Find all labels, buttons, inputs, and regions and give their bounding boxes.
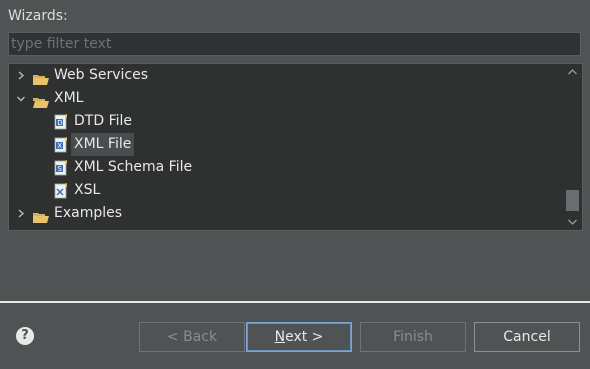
scroll-up-icon[interactable] xyxy=(563,64,582,80)
separator xyxy=(0,301,590,303)
tree-item-xsl[interactable]: XSL xyxy=(9,179,559,202)
tree-item-xml-schema-file[interactable]: S XML Schema File xyxy=(9,156,559,179)
tree-item-label: DTD File xyxy=(74,113,132,129)
tree-item-label: XSL xyxy=(74,182,101,198)
svg-text:X: X xyxy=(57,142,62,150)
scroll-down-icon[interactable] xyxy=(563,214,582,230)
tree-item-web-services[interactable]: Web Services xyxy=(9,64,559,87)
chevron-down-icon[interactable] xyxy=(15,87,27,110)
tree-scrollbar[interactable] xyxy=(563,64,582,230)
tree-item-label: XML Schema File xyxy=(74,159,193,175)
tree-item-dtd-file[interactable]: D DTD File xyxy=(9,110,559,133)
tree-item-examples[interactable]: Examples xyxy=(9,202,559,225)
next-label: ext > xyxy=(285,329,324,345)
folder-icon xyxy=(33,70,49,85)
next-button[interactable]: Next > xyxy=(246,322,352,352)
dtd-file-icon: D xyxy=(54,114,68,130)
scroll-thumb[interactable] xyxy=(566,190,579,211)
tree-item-xml[interactable]: XML xyxy=(9,87,559,110)
tree-item-label: Web Services xyxy=(54,67,149,83)
wizard-tree[interactable]: Web Services XML D DTD File X XML File S… xyxy=(8,63,583,231)
wizards-label: Wizards: xyxy=(8,8,68,24)
xml-file-icon: X xyxy=(54,137,68,153)
help-icon[interactable]: ? xyxy=(16,327,34,345)
chevron-right-icon[interactable] xyxy=(15,202,27,225)
xml-schema-file-icon: S xyxy=(54,160,68,176)
svg-text:S: S xyxy=(58,165,63,173)
chevron-right-icon[interactable] xyxy=(15,64,27,87)
folder-open-icon xyxy=(33,93,49,108)
tree-item-xml-file[interactable]: X XML File xyxy=(9,133,559,156)
tree-item-label: XML xyxy=(54,90,84,106)
svg-text:D: D xyxy=(57,119,62,127)
cancel-button[interactable]: Cancel xyxy=(474,322,580,352)
tree-item-label: Examples xyxy=(54,205,123,221)
finish-button[interactable]: Finish xyxy=(360,322,466,352)
next-mnemonic: N xyxy=(274,329,286,345)
tree-item-label: XML File xyxy=(71,133,135,156)
folder-icon xyxy=(33,208,49,223)
filter-input[interactable] xyxy=(8,32,581,56)
back-button[interactable]: < Back xyxy=(139,322,245,352)
xsl-file-icon xyxy=(54,183,68,199)
